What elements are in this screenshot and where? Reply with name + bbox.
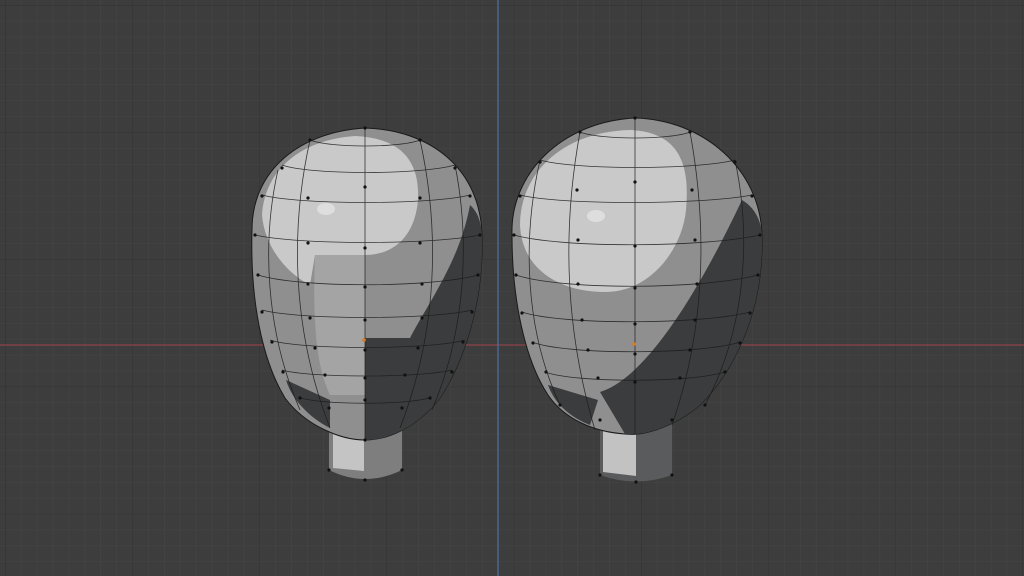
- object-origin-right[interactable]: [632, 342, 636, 346]
- object-origin-left[interactable]: [362, 338, 366, 342]
- 3d-viewport[interactable]: [0, 0, 1024, 576]
- grid-floor: [0, 0, 1024, 576]
- viewport-canvas[interactable]: [0, 0, 1024, 576]
